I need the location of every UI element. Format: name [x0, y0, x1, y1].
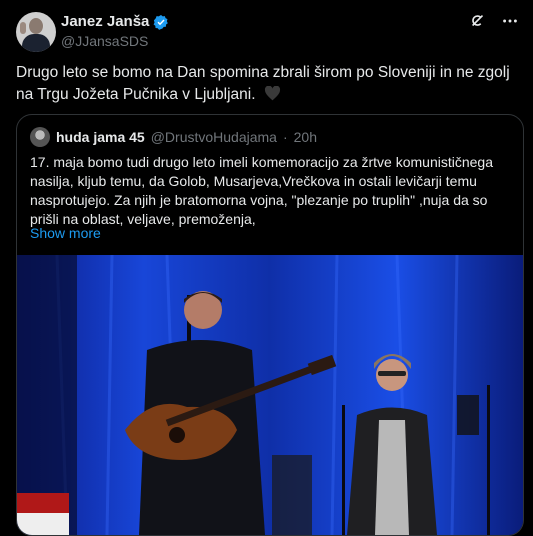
quote-text-line: 17. maja bomo tudi drugo leto imeli kome…	[30, 154, 493, 170]
tweet-body: Drugo leto se bomo na Dan spomina zbrali…	[16, 64, 510, 103]
more-icon[interactable]	[501, 12, 519, 30]
quote-avatar[interactable]	[30, 127, 50, 147]
black-heart-icon	[264, 86, 280, 101]
tweet-actions	[469, 12, 519, 30]
show-more-link[interactable]: Show more	[30, 225, 101, 241]
quote-text-line: nasilja, kljub temu, da Golob, Musarjeva…	[30, 173, 477, 189]
author-display-name[interactable]: Janez Janša	[61, 13, 149, 30]
author-avatar[interactable]	[16, 12, 56, 52]
grok-icon[interactable]	[469, 12, 487, 30]
author-handle[interactable]: @JJansaSDS	[61, 33, 148, 49]
quote-text-line: prišli na oblast, veljave, premoženja,	[30, 211, 256, 227]
quote-text-line: nasprotujejo. Za njih je bratomorna vojn…	[30, 192, 488, 208]
quote-text: 17. maja bomo tudi drugo leto imeli kome…	[30, 153, 510, 229]
quote-author-handle[interactable]: @DrustvoHudajama	[151, 129, 277, 145]
author-name-row: Janez Janša	[61, 13, 169, 30]
quoted-tweet[interactable]: huda jama 45 @DrustvoHudajama · 20h 17. …	[16, 114, 524, 536]
quote-photo[interactable]	[17, 255, 523, 535]
quote-author-name[interactable]: huda jama 45	[56, 129, 145, 145]
tweet-text: Drugo leto se bomo na Dan spomina zbrali…	[16, 62, 516, 106]
quote-timestamp[interactable]: 20h	[294, 129, 317, 145]
quote-header: huda jama 45 @DrustvoHudajama · 20h	[30, 127, 317, 147]
verified-badge-icon	[153, 14, 169, 30]
separator-dot: ·	[282, 129, 288, 145]
